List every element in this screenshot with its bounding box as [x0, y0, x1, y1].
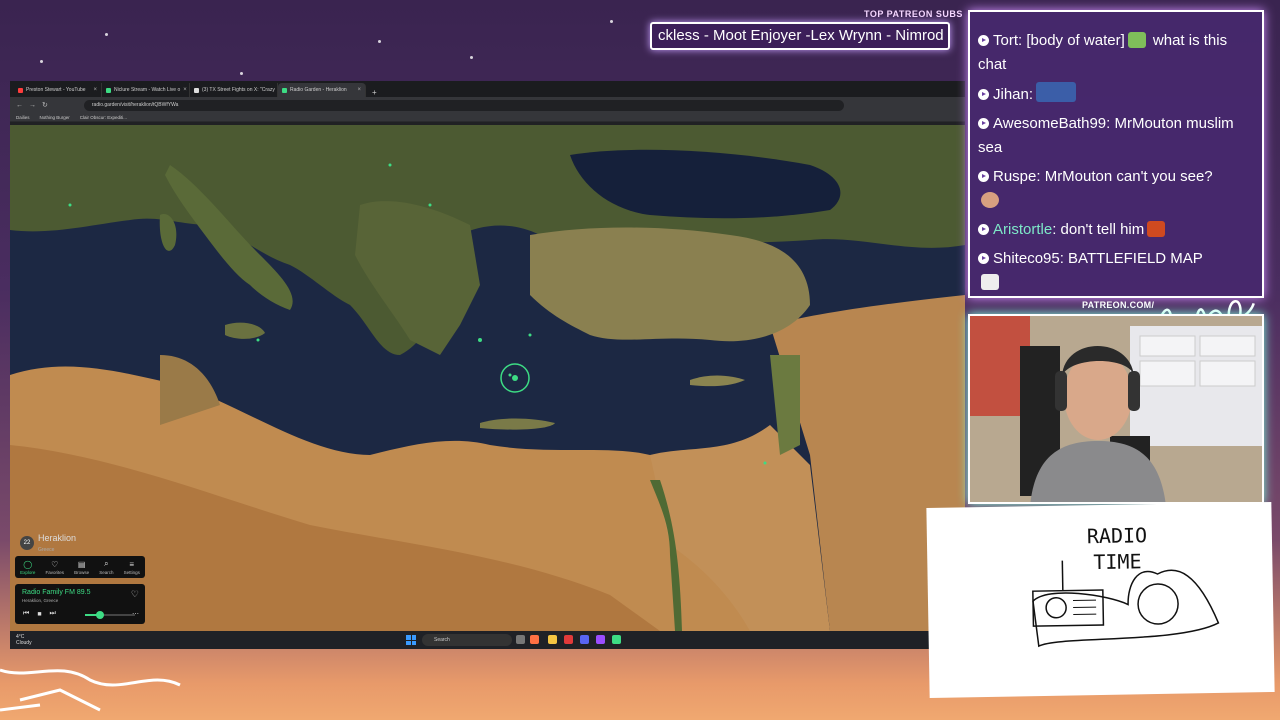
chat-message: Ruspe: MrMouton can't you see? — [978, 165, 1254, 213]
tab-label: Radio Garden - Heraklion — [290, 87, 347, 93]
reload-icon[interactable]: ↻ — [42, 101, 48, 109]
x-logo-icon — [194, 87, 199, 93]
tab-youtube[interactable]: Preston Stewart - YouTube × — [14, 83, 102, 97]
bookmark-item[interactable]: Dailies — [16, 115, 30, 120]
emote-icon — [1036, 82, 1077, 102]
close-icon[interactable]: × — [183, 87, 187, 93]
more-icon[interactable]: ⋯ — [132, 610, 139, 618]
nav-explore[interactable]: ◯ Explore — [20, 560, 35, 575]
heart-icon: ♡ — [51, 559, 59, 569]
chat-message: Shiteco95: BATTLEFIELD MAP — [978, 247, 1254, 295]
weather-widget[interactable]: 4°C Cloudy — [16, 634, 32, 646]
radio-doodle — [1032, 560, 1220, 648]
favorite-heart-icon[interactable]: ♡ — [131, 589, 139, 600]
chat-badge-icon — [978, 253, 989, 264]
patreon-url: PATREON.COM/ — [1082, 300, 1155, 310]
chat-badge-icon — [978, 35, 989, 46]
chat-badge-icon — [978, 118, 989, 129]
bookmark-item[interactable]: Clair Obscur: Expediti... — [80, 115, 127, 120]
chat-message: Tort: [body of water] what is this chat — [978, 32, 1228, 73]
tab-label: Preston Stewart - YouTube — [26, 87, 86, 93]
nav-browse[interactable]: ▤ Browse — [74, 560, 89, 575]
bookmark-item[interactable]: Nothing Burger — [40, 115, 70, 120]
decorative-cracks — [0, 668, 181, 712]
tab-bar: Preston Stewart - YouTube × Niclure Stre… — [10, 81, 965, 97]
emote-icon — [1147, 221, 1166, 237]
station-name[interactable]: Radio Family FM 89.5 — [22, 589, 90, 596]
new-tab-button[interactable]: + — [366, 88, 383, 97]
browse-icon: ▤ — [77, 559, 86, 569]
app-icon[interactable] — [612, 635, 621, 644]
radio-garden-nav: ◯ Explore ♡ Favorites ▤ Browse ⌕ Search … — [15, 556, 145, 578]
bookmarks-bar: Dailies Nothing Burger Clair Obscur: Exp… — [10, 113, 965, 122]
stream-icon — [106, 87, 111, 93]
volume-slider[interactable] — [85, 611, 135, 619]
app-icon[interactable] — [564, 635, 573, 644]
chat-message-partial — [978, 12, 1254, 24]
nav-favorites[interactable]: ♡ Favorites — [45, 560, 64, 575]
youtube-icon — [18, 87, 23, 93]
folder-icon[interactable] — [548, 635, 557, 644]
chat-badge-icon — [978, 89, 989, 100]
radio-player: Radio Family FM 89.5 Heraklion, Greece ♡… — [15, 584, 145, 624]
browser-window: Preston Stewart - YouTube × Niclure Stre… — [10, 81, 965, 649]
patreon-subs-title: TOP PATREON SUBS — [864, 9, 963, 19]
drawing-card: RADIO TIME — [926, 502, 1275, 698]
place-name: Heraklion — [38, 533, 77, 543]
close-icon[interactable]: × — [93, 87, 97, 93]
globe-map[interactable] — [10, 125, 965, 631]
nav-search[interactable]: ⌕ Search — [99, 559, 113, 575]
place-country: Greece — [38, 547, 55, 553]
menu-icon: ≡ — [129, 559, 135, 569]
chat-message: Jihan: — [978, 82, 1254, 107]
tab-radio-garden[interactable]: Radio Garden - Heraklion × — [278, 83, 366, 97]
tab-label: (3) TX Street Fights on X: "Crazy — [202, 87, 275, 93]
twitch-icon[interactable] — [596, 635, 605, 644]
nav-settings[interactable]: ≡ Settings — [124, 560, 140, 575]
windows-taskbar: 4°C Cloudy Search — [10, 631, 965, 649]
address-bar: ← → ↻ radio.garden/visit/heraklion/tQBWf… — [10, 97, 965, 113]
volume-knob[interactable] — [96, 611, 104, 619]
task-view-icon[interactable] — [516, 635, 525, 644]
station-count-badge: 22 — [20, 536, 34, 550]
emote-icon — [981, 274, 999, 290]
taskbar-search-input[interactable]: Search — [422, 634, 512, 646]
windows-start-icon[interactable] — [406, 635, 416, 645]
chat-badge-icon — [978, 171, 989, 182]
place-label[interactable]: 22 Heraklion Greece — [20, 533, 76, 553]
chat-message: AwesomeBath99: MrMouton muslim sea — [978, 115, 1234, 156]
chat-badge-icon — [978, 224, 989, 235]
stop-icon[interactable]: ■ — [37, 611, 41, 618]
tab-x[interactable]: (3) TX Street Fights on X: "Crazy × — [190, 83, 278, 97]
previous-icon[interactable]: ⏮ — [23, 610, 29, 618]
stream-chat: Tort: [body of water] what is this chat … — [968, 10, 1264, 298]
webcam-feed — [968, 314, 1264, 504]
compass-icon: ◯ — [23, 559, 33, 569]
search-icon: ⌕ — [104, 559, 109, 568]
chat-message: Aristortle: don't tell him — [978, 218, 1254, 242]
tab-label: Niclure Stream - Watch Live o — [114, 87, 181, 93]
player-controls: ⏮ ■ ⏭ — [23, 610, 56, 618]
close-icon[interactable]: × — [357, 87, 361, 93]
chrome-icon[interactable] — [530, 635, 539, 644]
patreon-subs-ticker: ckless - Moot Enjoyer -Lex Wrynn - Nimro… — [650, 22, 950, 50]
discord-icon[interactable] — [580, 635, 589, 644]
url-input[interactable]: radio.garden/visit/heraklion/tQBWfYWa — [83, 99, 844, 111]
next-icon[interactable]: ⏭ — [50, 610, 56, 618]
emote-icon — [981, 192, 999, 208]
radio-garden-icon — [282, 87, 287, 93]
tab-stream[interactable]: Niclure Stream - Watch Live o × — [102, 83, 190, 97]
forward-icon[interactable]: → — [29, 102, 36, 109]
back-icon[interactable]: ← — [16, 102, 23, 109]
emote-icon — [1127, 32, 1146, 48]
station-location: Heraklion, Greece — [22, 598, 59, 603]
